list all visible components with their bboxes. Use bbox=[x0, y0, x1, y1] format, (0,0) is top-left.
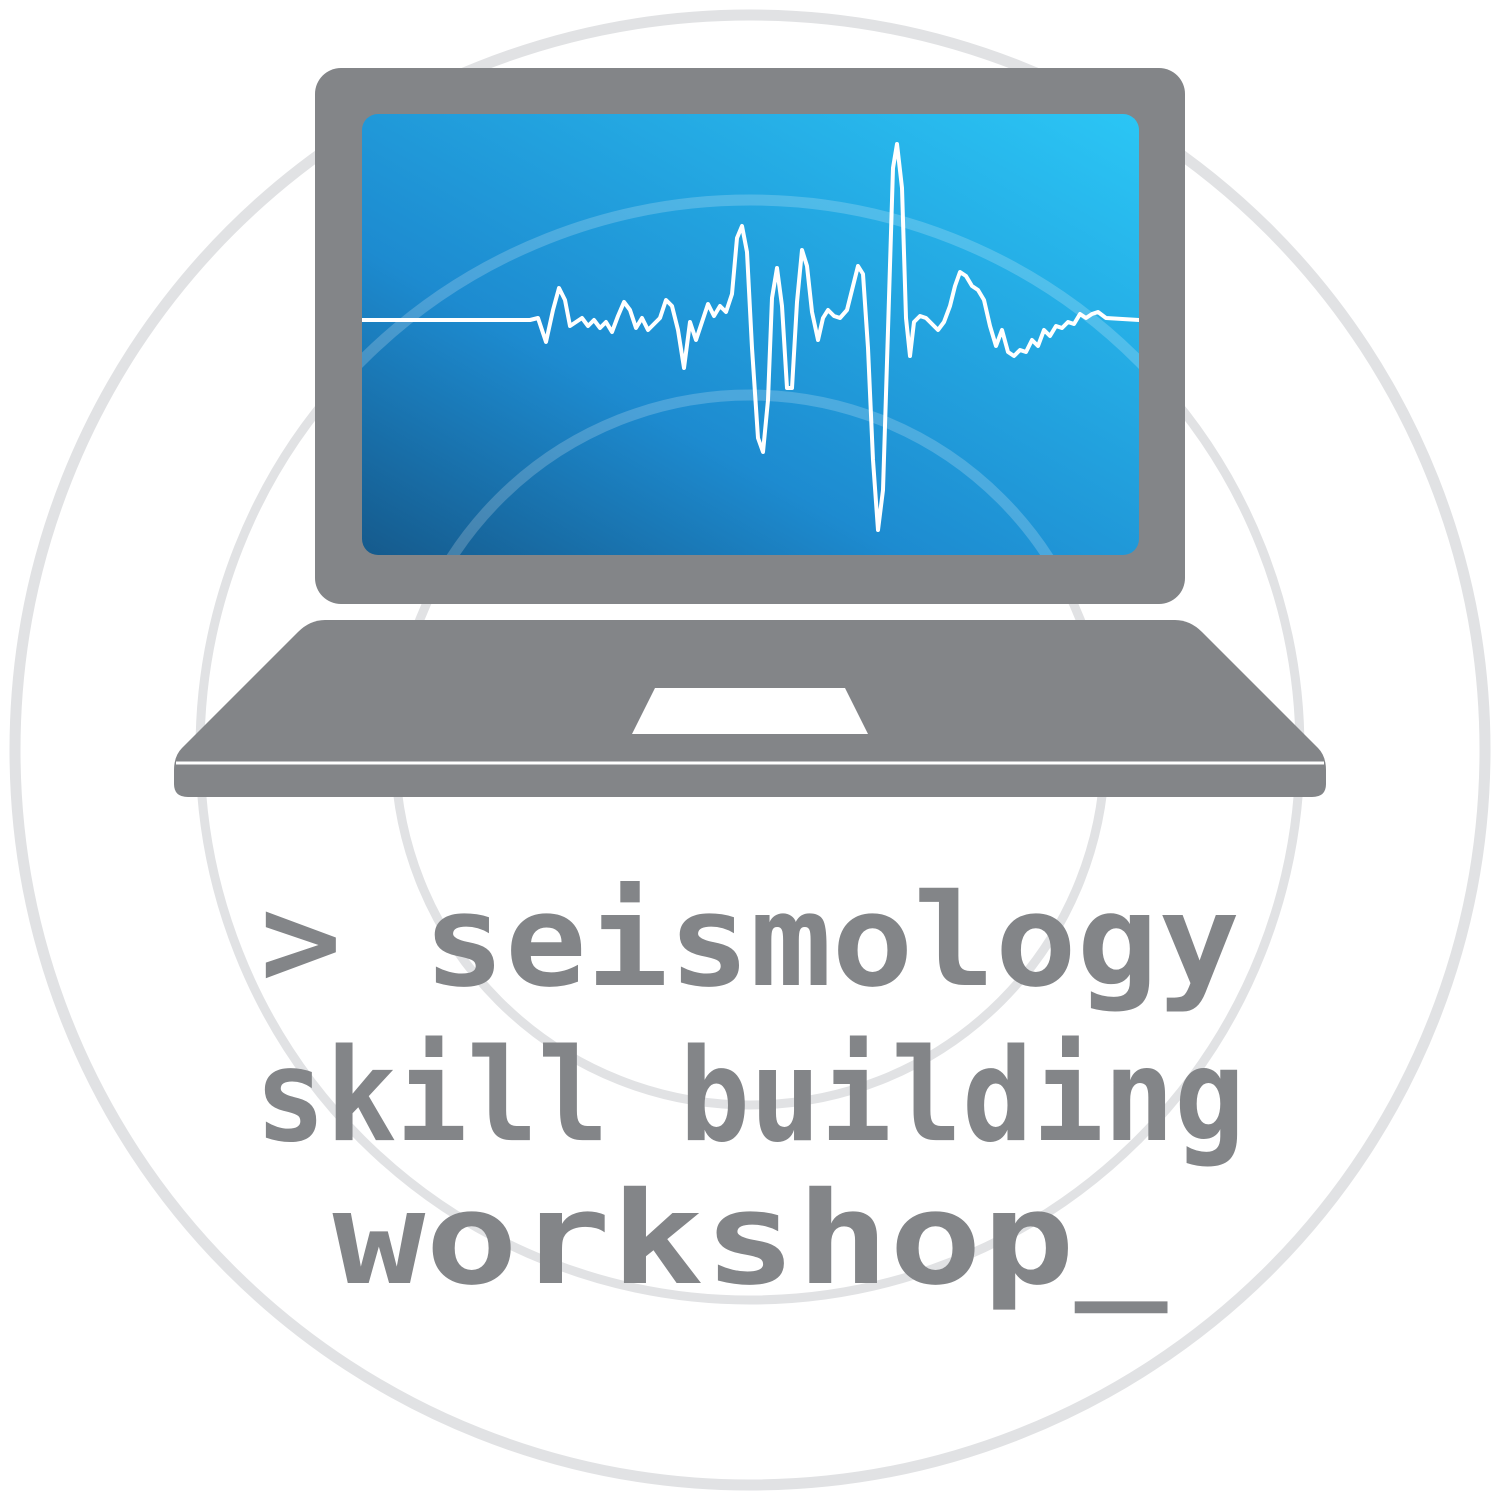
workshop-title: > seismology skill building workshop_ bbox=[255, 867, 1245, 1314]
title-line-3: workshop_ bbox=[333, 1165, 1169, 1314]
workshop-logo: > seismology skill building workshop_ bbox=[9, 9, 1491, 1491]
touchpad-icon bbox=[632, 688, 868, 734]
title-line-1: > seismology bbox=[260, 867, 1240, 1016]
title-line-2: skill building bbox=[255, 1022, 1245, 1171]
